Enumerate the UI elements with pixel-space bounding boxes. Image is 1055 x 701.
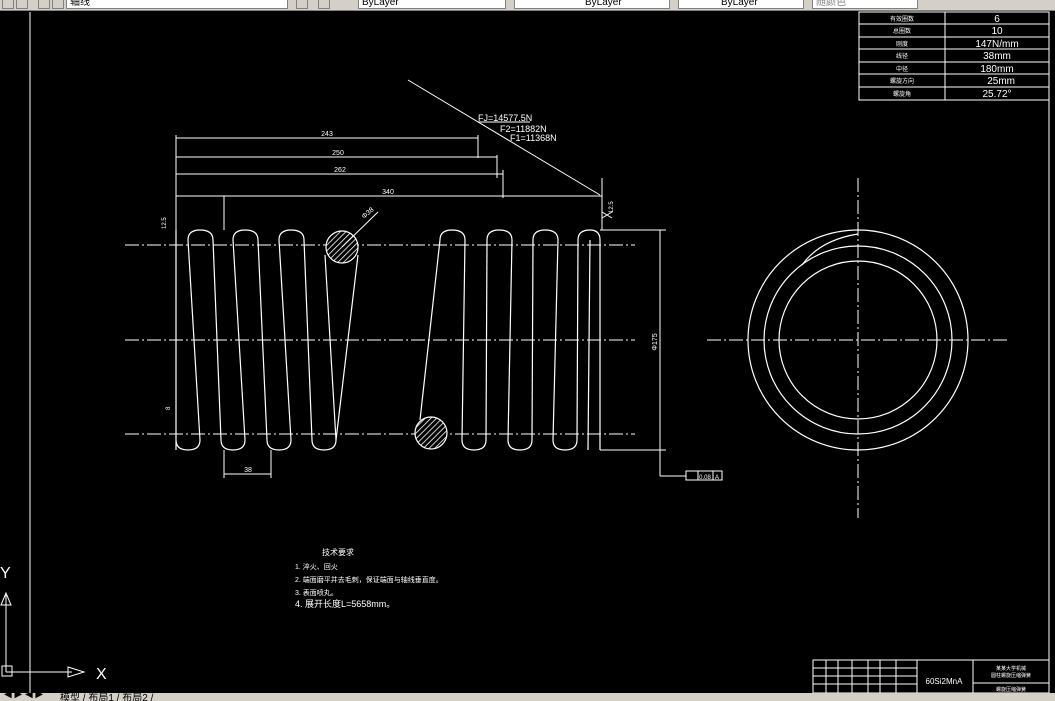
plotstyle-dropdown[interactable]: 随颜色 xyxy=(812,0,918,9)
spec-value: 180mm xyxy=(980,64,1013,75)
tech-requirements: 技术要求 1. 淬火、回火 2. 端面磨平并去毛刺，保证端面与轴线垂直度。 3.… xyxy=(295,547,443,609)
linetype-label: ByLayer xyxy=(585,0,622,8)
drawing-frame xyxy=(29,12,1050,693)
center-lines xyxy=(125,178,1007,518)
outer-diameter-label: Φ175 xyxy=(652,333,659,350)
spec-label: 线径 xyxy=(896,52,908,60)
top-gap-label: 12.5 xyxy=(162,217,168,229)
spec-value: 25mm xyxy=(987,76,1015,87)
datum-tolerance: 0.08 xyxy=(699,475,711,481)
color-label: ByLayer xyxy=(362,0,399,8)
ucs-icon xyxy=(0,591,86,678)
left-dim-label: 8 xyxy=(166,406,172,410)
dim-262: 262 xyxy=(334,167,346,174)
dim-243: 243 xyxy=(321,131,333,138)
dim-250: 250 xyxy=(332,150,344,157)
tech-item: 3. 表面喷丸。 xyxy=(295,588,338,597)
title-name: 某某大学机械 xyxy=(996,665,1026,672)
spec-label: 中径 xyxy=(896,65,908,73)
ucs-x-label: X xyxy=(96,666,107,683)
spec-value: 25.72° xyxy=(982,89,1011,100)
spec-value: 147N/mm xyxy=(975,39,1018,50)
lineweight-dropdown[interactable]: ByLayer xyxy=(678,0,804,9)
force-fj-label: FJ=14577.5N xyxy=(478,113,532,123)
toolbar-button[interactable] xyxy=(2,0,14,9)
ucs-y-label: Y xyxy=(0,565,11,582)
spec-value: 38mm xyxy=(983,51,1011,62)
spec-label: 刚度 xyxy=(896,40,908,48)
spec-label: 有效圈数 xyxy=(890,15,914,23)
layer-label: 轴线 xyxy=(70,0,90,8)
title-name: 圆柱螺旋压缩弹簧 xyxy=(991,672,1031,679)
spec-value: 10 xyxy=(991,26,1003,37)
tech-item: 2. 端面磨平并去毛刺，保证端面与轴线垂直度。 xyxy=(295,575,443,584)
plotstyle-label: 随颜色 xyxy=(816,0,846,8)
wire-section-bottom xyxy=(414,416,448,450)
spec-label: 螺旋角 xyxy=(893,90,911,98)
drawing-canvas[interactable]: 有效圈数 总圈数 刚度 线径 中径 螺旋方向 螺旋角 6 10 147N/mm … xyxy=(0,10,1055,693)
tech-item: 1. 淬火、回火 xyxy=(295,562,338,571)
outer-diameter-dim xyxy=(600,229,686,477)
side-gap-label: 12.5 xyxy=(609,201,615,213)
pitch-label: 38 xyxy=(244,467,252,474)
wire-leader xyxy=(341,211,379,248)
tech-item: 4. 展开长度L=5658mm。 xyxy=(295,598,395,609)
lineweight-label: ByLayer xyxy=(721,0,758,8)
spec-label: 螺旋方向 xyxy=(890,77,914,85)
length-dimensions xyxy=(175,135,603,230)
dim-340: 340 xyxy=(382,189,394,196)
spring-coils xyxy=(175,229,601,451)
force-f1-label: F1=11368N xyxy=(510,133,557,143)
toolbar-button[interactable] xyxy=(52,0,64,9)
spec-table: 有效圈数 总圈数 刚度 线径 中径 螺旋方向 螺旋角 6 10 147N/mm … xyxy=(858,11,1050,101)
layer-button[interactable] xyxy=(318,0,330,9)
layer-dropdown[interactable]: 轴线 xyxy=(66,0,288,9)
pitch-dim xyxy=(175,211,613,478)
spec-label: 总圈数 xyxy=(893,27,911,35)
toolbar-button[interactable] xyxy=(38,0,50,9)
nav-arrows[interactable]: ◀ ▶ ◀ ▶ xyxy=(4,693,43,700)
title-name: 螺旋压缩弹簧 xyxy=(996,686,1026,693)
layout-tabs: ◀ ▶ ◀ ▶ 模型 / 布局1 / 布局2 / xyxy=(0,693,1055,701)
linetype-dropdown[interactable]: ByLayer xyxy=(514,0,670,9)
layer-button[interactable] xyxy=(296,0,308,9)
material-label: 60Si2MnA xyxy=(926,677,964,686)
spec-value: 6 xyxy=(994,14,1000,25)
layout-tab-labels[interactable]: 模型 / 布局1 / 布局2 / xyxy=(60,693,153,701)
datum-ref: A xyxy=(715,475,719,481)
color-dropdown[interactable]: ByLayer xyxy=(358,0,506,9)
datum-frame: 0.08 A xyxy=(685,470,723,481)
wire-diameter-label: Φ38 xyxy=(361,207,376,221)
tech-title: 技术要求 xyxy=(322,547,354,557)
toolbar-button[interactable] xyxy=(16,0,28,9)
